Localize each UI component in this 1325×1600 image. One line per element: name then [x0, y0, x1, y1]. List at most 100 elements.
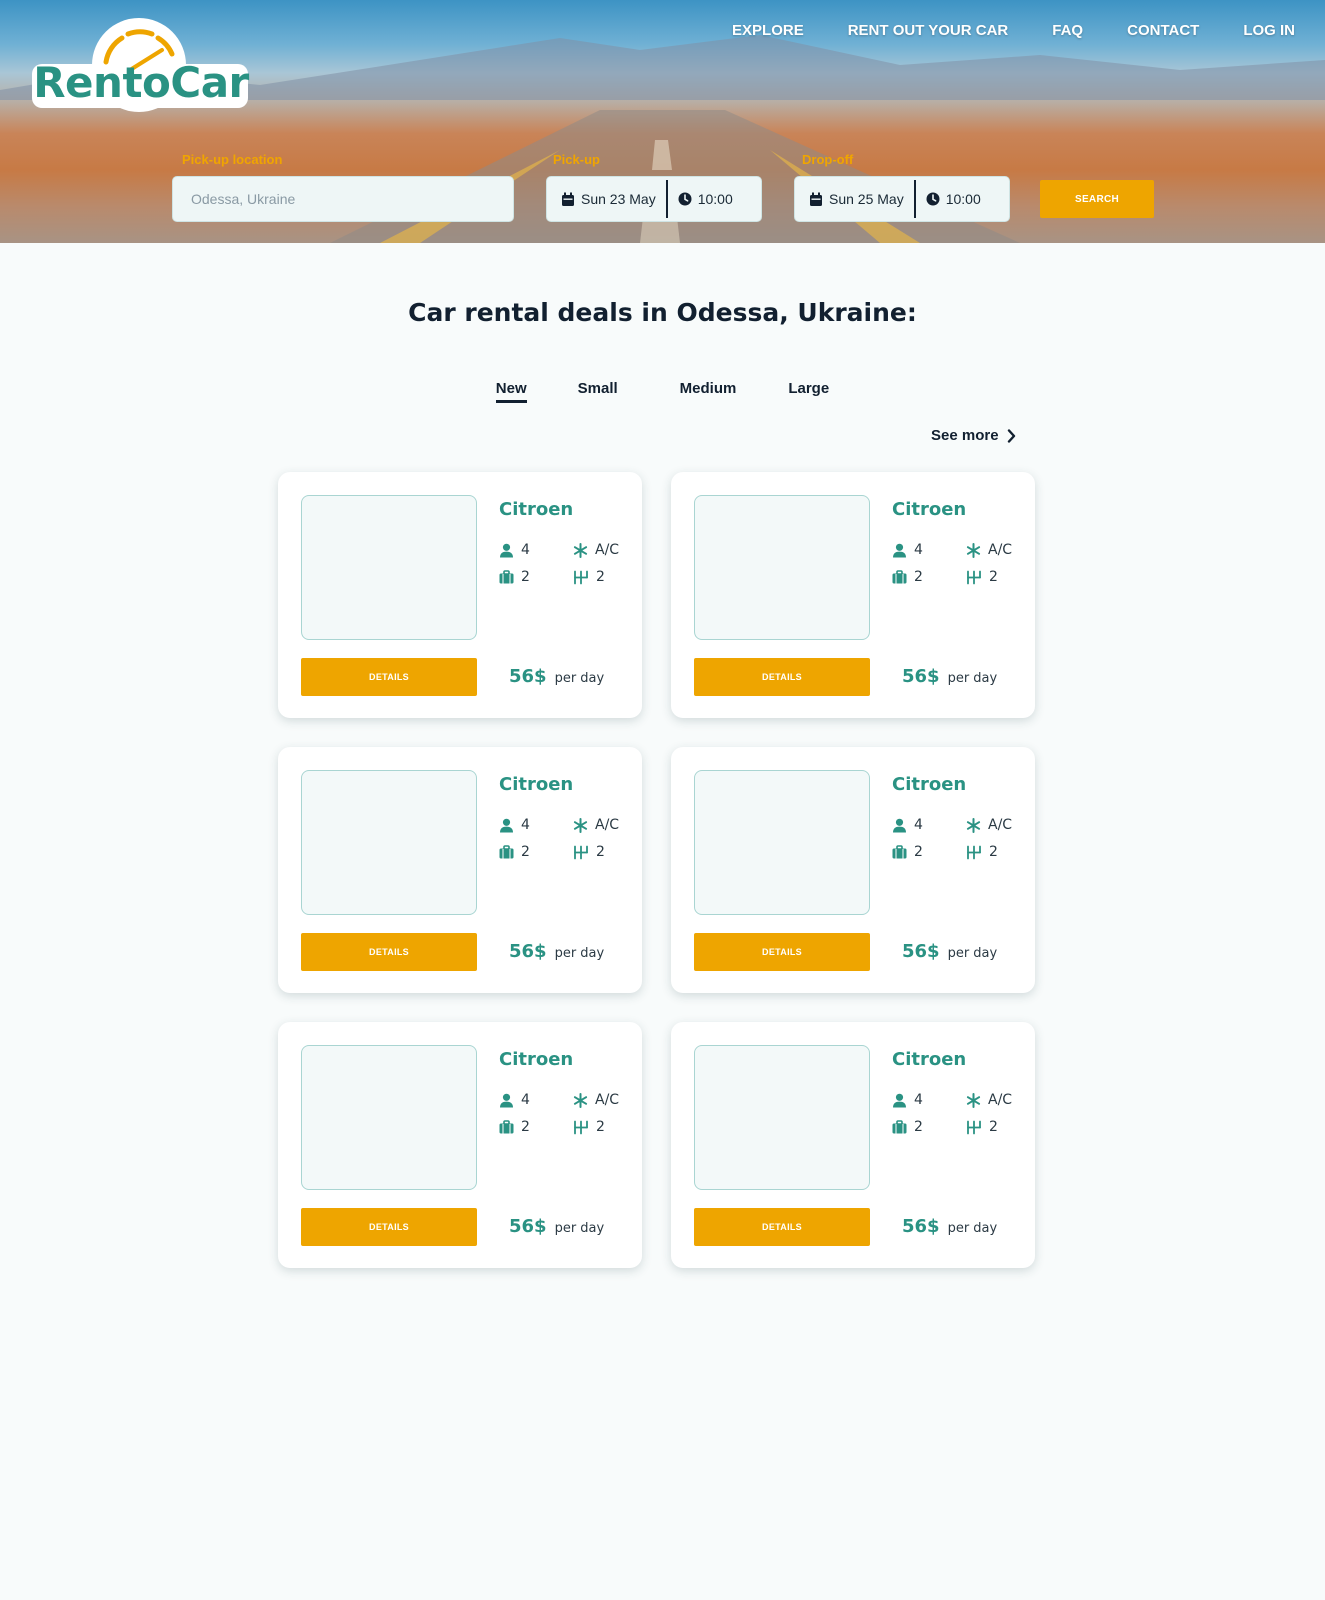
nav-contact[interactable]: CONTACT [1127, 22, 1199, 39]
ac-spec: A/C [573, 817, 619, 833]
nav-log-in[interactable]: LOG IN [1243, 22, 1295, 39]
pickup-date-text: Sun 23 May [581, 191, 656, 207]
transmission-value: 2 [989, 569, 998, 585]
tab-new[interactable]: New [495, 380, 527, 403]
dropoff-label: Drop-off [802, 152, 854, 167]
search-button[interactable]: SEARCH [1040, 180, 1154, 218]
car-name[interactable]: Citroen [499, 1049, 573, 1070]
ac-value: A/C [988, 1092, 1013, 1108]
pickup-date[interactable]: Sun 23 May [561, 191, 656, 207]
dropoff-date-text: Sun 25 May [829, 191, 904, 207]
pickup-location-input[interactable]: Odessa, Ukraine [172, 176, 514, 222]
gearshift-icon [967, 1120, 981, 1134]
details-button[interactable]: DETAILS [301, 658, 477, 696]
clock-icon [678, 192, 692, 206]
dropoff-date[interactable]: Sun 25 May [809, 191, 904, 207]
price: 56$ per day [902, 941, 997, 962]
gearshift-icon [967, 845, 981, 859]
dropoff-time[interactable]: 10:00 [926, 191, 981, 207]
person-icon [500, 1093, 513, 1107]
details-button[interactable]: DETAILS [301, 1208, 477, 1246]
car-image-placeholder[interactable] [301, 495, 477, 640]
dropoff-datetime-field[interactable]: Sun 25 May 10:00 [794, 176, 1010, 222]
luggage-spec: 2 [499, 569, 530, 585]
ac-spec: A/C [573, 1092, 619, 1108]
car-card: Citroen 4 A/C 2 2 DETAILS 56$ per day [278, 747, 642, 993]
luggage-icon [892, 1120, 907, 1134]
logo-wordmark: RentoCar [33, 58, 249, 107]
see-more-link[interactable]: See more [931, 427, 1016, 444]
luggage-value: 2 [521, 569, 530, 585]
ac-spec: A/C [966, 1092, 1012, 1108]
car-name[interactable]: Citroen [499, 774, 573, 795]
seats-value: 4 [521, 1092, 530, 1108]
seats-spec: 4 [499, 542, 530, 558]
tab-medium[interactable]: Medium [680, 380, 737, 401]
details-button[interactable]: DETAILS [694, 658, 870, 696]
transmission-value: 2 [989, 1119, 998, 1135]
person-icon [893, 543, 906, 557]
person-icon [500, 543, 513, 557]
price-amount: 56$ [902, 666, 940, 687]
ac-value: A/C [595, 1092, 620, 1108]
car-name[interactable]: Citroen [499, 499, 573, 520]
gearshift-icon [574, 1120, 588, 1134]
dropoff-time-text: 10:00 [945, 191, 981, 207]
details-button[interactable]: DETAILS [301, 933, 477, 971]
luggage-spec: 2 [499, 844, 530, 860]
details-button[interactable]: DETAILS [694, 933, 870, 971]
snowflake-icon [966, 542, 981, 558]
nav-rent-out-your-car[interactable]: RENT OUT YOUR CAR [848, 22, 1009, 39]
luggage-spec: 2 [892, 569, 923, 585]
transmission-spec: 2 [573, 569, 605, 585]
car-image-placeholder[interactable] [694, 770, 870, 915]
price-amount: 56$ [509, 666, 547, 687]
luggage-value: 2 [521, 1119, 530, 1135]
car-image-placeholder[interactable] [301, 770, 477, 915]
pickup-label: Pick-up [553, 152, 600, 167]
car-name[interactable]: Citroen [892, 499, 966, 520]
pickup-time-text: 10:00 [697, 191, 733, 207]
person-icon [500, 818, 513, 832]
snowflake-icon [966, 1092, 981, 1108]
transmission-spec: 2 [573, 844, 605, 860]
luggage-spec: 2 [892, 844, 923, 860]
car-name[interactable]: Citroen [892, 774, 966, 795]
hero-banner: RentoCar EXPLORE RENT OUT YOUR CAR FAQ C… [0, 0, 1325, 243]
seats-spec: 4 [499, 1092, 530, 1108]
price-unit: per day [947, 946, 998, 961]
pickup-time[interactable]: 10:00 [678, 191, 733, 207]
seats-value: 4 [521, 817, 530, 833]
price-unit: per day [947, 1221, 998, 1236]
pickup-datetime-field[interactable]: Sun 23 May 10:00 [546, 176, 762, 222]
gearshift-icon [574, 570, 588, 584]
luggage-value: 2 [914, 569, 923, 585]
ac-value: A/C [595, 817, 620, 833]
luggage-value: 2 [521, 844, 530, 860]
car-name[interactable]: Citroen [892, 1049, 966, 1070]
see-more-label: See more [931, 427, 999, 444]
seats-spec: 4 [892, 817, 923, 833]
price: 56$ per day [509, 941, 604, 962]
car-image-placeholder[interactable] [694, 1045, 870, 1190]
price: 56$ per day [902, 666, 997, 687]
transmission-spec: 2 [966, 1119, 998, 1135]
ac-spec: A/C [966, 817, 1012, 833]
rentocar-logo[interactable]: RentoCar [32, 18, 250, 112]
nav-explore[interactable]: EXPLORE [732, 22, 804, 39]
ac-value: A/C [988, 542, 1013, 558]
tab-large[interactable]: Large [788, 380, 829, 401]
price: 56$ per day [509, 666, 604, 687]
car-image-placeholder[interactable] [301, 1045, 477, 1190]
car-image-placeholder[interactable] [694, 495, 870, 640]
tab-small[interactable]: Small [578, 380, 618, 401]
car-card: Citroen 4 A/C 2 2 DETAILS 56$ per day [671, 472, 1035, 718]
price-unit: per day [554, 671, 605, 686]
transmission-spec: 2 [966, 569, 998, 585]
nav-faq[interactable]: FAQ [1052, 22, 1083, 39]
price-amount: 56$ [509, 941, 547, 962]
details-button[interactable]: DETAILS [694, 1208, 870, 1246]
snowflake-icon [573, 542, 588, 558]
person-icon [893, 818, 906, 832]
price-amount: 56$ [902, 1216, 940, 1237]
